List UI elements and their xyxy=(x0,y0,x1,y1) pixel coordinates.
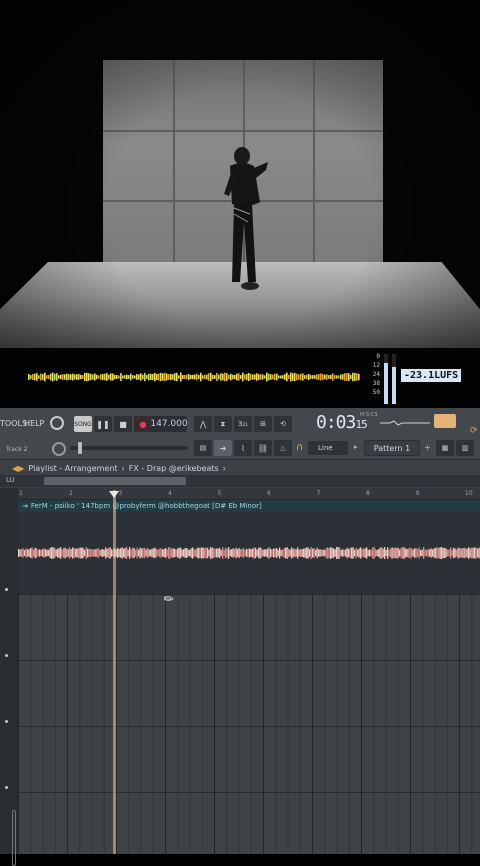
overview-window[interactable] xyxy=(44,477,186,485)
db-scale-label: 50 xyxy=(372,389,380,396)
db-scale-label: 38 xyxy=(372,380,380,387)
tempo-display[interactable]: 147.000 xyxy=(150,416,188,432)
db-scale: 0 12 24 38 50 xyxy=(362,352,380,406)
vertical-scrollbar[interactable] xyxy=(12,810,16,866)
step-edit-icon: ⊞ xyxy=(260,420,266,428)
loop-record-icon: ⟲ xyxy=(280,420,286,428)
ruler-tick: 10 xyxy=(465,490,473,497)
master-volume-slider[interactable] xyxy=(70,442,188,454)
wait-icon: ⧗ xyxy=(220,419,226,428)
db-scale-label: 0 xyxy=(376,353,380,360)
online-status-icon[interactable]: ⟳ xyxy=(470,426,478,436)
playlist-icon: ◀▶ xyxy=(12,463,25,473)
draw-tool-button[interactable]: ➜ xyxy=(214,440,232,456)
ruler-tick: 2 xyxy=(69,490,73,497)
magnet-icon[interactable]: ∩ xyxy=(296,442,303,453)
ruler-tick: 9 xyxy=(415,490,420,497)
audio-track[interactable]: ⇥ FerM - psiiko ' 147bpm @probyferm @hob… xyxy=(18,500,480,594)
lufs-readout: -23.1LUFS xyxy=(401,369,462,382)
pause-icon: ❚❚ xyxy=(96,419,110,429)
master-pitch-knob[interactable] xyxy=(50,440,68,458)
plugin-icon: ♨ xyxy=(279,443,287,453)
channel-rack-icon: ▥ xyxy=(461,444,469,452)
breadcrumb-section[interactable]: Playlist - Arrangement xyxy=(28,464,117,473)
ruler-tick: 5 xyxy=(217,490,222,497)
clip-waveform xyxy=(18,547,480,559)
brush-icon: ⌇ xyxy=(241,443,245,453)
ruler-tick: 4 xyxy=(168,490,172,497)
playhead-line[interactable] xyxy=(113,490,116,854)
pattern-select[interactable]: Pattern 1 xyxy=(364,440,420,456)
performer-figure xyxy=(224,147,268,290)
ruler-tick: 3 xyxy=(118,490,123,497)
link-button[interactable]: ⛓ xyxy=(254,440,272,456)
audio-clip-header[interactable]: ⇥ FerM - psiiko ' 147bpm @probyferm @hob… xyxy=(18,500,480,512)
step-edit-button[interactable]: ⊞ xyxy=(254,416,272,432)
timeline-ruler[interactable]: 1 2 3 4 5 6 7 8 9 10 xyxy=(18,488,480,500)
metronome-button[interactable]: ⋀ xyxy=(194,416,212,432)
loudness-meter-strip: 0 12 24 38 50 -23.1LUFS xyxy=(0,348,480,408)
song-mode-button[interactable]: SONG xyxy=(74,416,92,432)
time-main: 0:03 xyxy=(316,412,356,433)
ruler-tick: 7 xyxy=(316,490,321,497)
breadcrumb-end: › xyxy=(222,463,226,473)
record-icon: ● xyxy=(139,419,147,429)
playhead-marker-icon[interactable] xyxy=(109,491,119,498)
pause-button[interactable]: ❚❚ xyxy=(94,416,112,432)
cpu-gauge-icon xyxy=(50,416,64,430)
wait-button[interactable]: ⧗ xyxy=(214,416,232,432)
link-icon: ⛓ xyxy=(257,443,269,453)
record-button[interactable]: ● xyxy=(134,416,152,432)
paint-tool-button[interactable]: ⌇ xyxy=(234,440,252,456)
video-preview xyxy=(0,0,480,348)
add-pattern-icon[interactable]: + xyxy=(424,443,431,452)
ruler-tick: 6 xyxy=(267,490,271,497)
arrow-icon: ➜ xyxy=(219,443,227,453)
clip-title: FerM - psiiko ' 147bpm @probyferm @hobbt… xyxy=(30,502,262,510)
metronome-icon: ⋀ xyxy=(199,419,207,429)
countdown-icon: 3₂₁ xyxy=(237,420,249,428)
stop-icon: ■ xyxy=(119,419,127,429)
hint-track-label: Track 2 xyxy=(6,446,28,453)
piano-roll-button[interactable]: ▤ xyxy=(194,440,212,456)
channel-rack-button[interactable]: ▥ xyxy=(456,440,474,456)
db-scale-label: 12 xyxy=(372,362,380,369)
vu-meter-right xyxy=(392,354,396,404)
breadcrumb-item[interactable]: FX - Drap @erikebeats xyxy=(129,464,219,473)
snap-select[interactable]: Line xyxy=(308,441,348,455)
clip-arrow-icon: ⇥ xyxy=(22,502,28,510)
time-units: M:S:CS xyxy=(360,412,378,418)
track-header-column xyxy=(0,488,18,866)
ruler-tick: 8 xyxy=(366,490,370,497)
overview-label: LU xyxy=(6,476,15,484)
countdown-button[interactable]: 3₂₁ xyxy=(234,416,252,432)
cpu-memory-panel[interactable] xyxy=(434,414,456,428)
oscilloscope-preview xyxy=(380,420,430,426)
daw-window: TOOLS HELP SONG ❚❚ ■ ● 147.000 ⋀ ⧗ 3₂₁ ⊞… xyxy=(0,408,480,866)
breadcrumb: ◀▶ Playlist - Arrangement › FX - Drap @e… xyxy=(0,461,480,475)
db-scale-label: 24 xyxy=(372,371,380,378)
ruler-tick: 1 xyxy=(19,490,23,497)
menu-help[interactable]: HELP xyxy=(24,419,44,428)
audio-clip[interactable] xyxy=(18,512,480,594)
stop-button[interactable]: ■ xyxy=(114,416,132,432)
piano-icon: ▤ xyxy=(199,444,207,452)
pattern-prev-icon[interactable]: ▸ xyxy=(354,443,358,451)
plugin-button[interactable]: ♨ xyxy=(274,440,292,456)
loop-record-button[interactable]: ⟲ xyxy=(274,416,292,432)
playlist-overview-bar[interactable]: LU xyxy=(0,475,480,487)
breadcrumb-separator: › xyxy=(121,463,125,473)
vu-meter-left xyxy=(384,354,388,404)
toolbar: TOOLS HELP SONG ❚❚ ■ ● 147.000 ⋀ ⧗ 3₂₁ ⊞… xyxy=(0,408,480,460)
mixer-button[interactable]: ▦ xyxy=(436,440,454,456)
mixer-icon: ▦ xyxy=(441,444,449,452)
time-sub: 15 xyxy=(355,418,367,431)
master-waveform xyxy=(28,372,360,382)
menu-tools[interactable]: TOOLS xyxy=(0,419,27,428)
playlist-grid[interactable] xyxy=(18,594,480,854)
